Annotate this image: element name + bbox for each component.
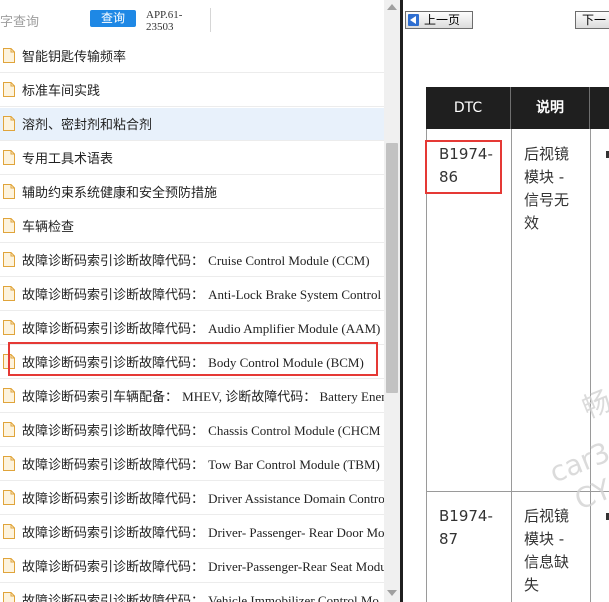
document-viewer: 上一页 下一 DTC 说明 B1974- 86 后视镜 模块 - 信号无 效 B… [403, 0, 609, 602]
nav-item[interactable]: 故障诊断码索引诊断故障代码： Vehicle Immobilizer Contr… [0, 584, 384, 602]
app-version-line1: APP.61- [146, 9, 183, 21]
nav-item-label: 故障诊断码索引诊断故障代码： Audio Amplifier Module (A… [22, 321, 381, 337]
description-line: 后视镜 [524, 507, 570, 525]
document-icon [3, 490, 15, 505]
nav-item-label: 智能钥匙传输频率 [22, 50, 127, 65]
prev-page-button[interactable]: 上一页 [405, 11, 473, 29]
nav-item-label: 故障诊断码索引诊断故障代码： Cruise Control Module (CC… [22, 253, 370, 269]
column-header-dtc: DTC [426, 87, 511, 129]
document-icon [3, 422, 15, 437]
nav-item[interactable]: 溶剂、密封剂和粘合剂 [0, 108, 384, 141]
nav-item-label: 故障诊断码索引诊断故障代码： Driver-Passenger-Rear Sea… [22, 559, 384, 575]
dtc-table: DTC 说明 B1974- 86 后视镜 模块 - 信号无 效 B1974- 8… [426, 87, 609, 602]
description-line: 失 [524, 576, 540, 594]
search-divider [210, 8, 211, 32]
document-icon [3, 48, 15, 63]
table-cell-dtc: B1974- 86 [439, 143, 509, 189]
document-icon [3, 82, 15, 97]
left-pane: 字查询 查询 APP.61- 23503 智能钥匙传输频率 标准车间实践 溶剂、… [0, 0, 400, 602]
nav-item-label: 故障诊断码索引诊断故障代码： Driver Assistance Domain … [22, 491, 384, 507]
document-icon [3, 286, 15, 301]
nav-item[interactable]: 故障诊断码索引诊断故障代码： Chassis Control Module (C… [0, 414, 384, 447]
nav-item-bcm[interactable]: 故障诊断码索引诊断故障代码： Body Control Module (BCM) [0, 346, 384, 379]
table-cell-description: 后视镜 模块 - 信号无 效 [524, 143, 584, 235]
viewer-toolbar: 上一页 下一 [403, 0, 609, 38]
nav-item[interactable]: 智能钥匙传输频率 [0, 40, 384, 73]
nav-item[interactable]: 故障诊断码索引诊断故障代码： Tow Bar Control Module (T… [0, 448, 384, 481]
nav-item[interactable]: 故障诊断码索引诊断故障代码： Driver Assistance Domain … [0, 482, 384, 515]
table-border [511, 129, 512, 602]
scroll-down-arrow-icon[interactable] [387, 590, 397, 596]
document-icon [3, 116, 15, 131]
nav-item-label: 车辆检查 [22, 220, 75, 235]
table-border [590, 129, 591, 602]
document-icon [3, 388, 15, 403]
left-arrow-icon [408, 14, 419, 26]
document-icon [3, 150, 15, 165]
nav-item[interactable]: 专用工具术语表 [0, 142, 384, 175]
nav-item-label: 故障诊断码索引车辆配备： MHEV, 诊断故障代码： Battery Energ [22, 389, 384, 405]
nav-item[interactable]: 故障诊断码索引诊断故障代码： Anti-Lock Brake System Co… [0, 278, 384, 311]
nav-item[interactable]: 故障诊断码索引诊断故障代码： Driver-Passenger-Rear Sea… [0, 550, 384, 583]
search-input[interactable]: 字查询 [0, 11, 39, 30]
nav-item[interactable]: 车辆检查 [0, 210, 384, 243]
description-line: 效 [524, 214, 540, 232]
document-icon [3, 592, 15, 602]
document-icon [3, 320, 15, 335]
document-icon [3, 252, 15, 267]
nav-item-label: 故障诊断码索引诊断故障代码： Anti-Lock Brake System Co… [22, 287, 382, 303]
document-icon [3, 524, 15, 539]
column-header-description: 说明 [511, 87, 590, 129]
next-page-button[interactable]: 下一 [575, 11, 609, 29]
document-icon [3, 558, 15, 573]
nav-item[interactable]: 故障诊断码索引车辆配备： MHEV, 诊断故障代码： Battery Energ [0, 380, 384, 413]
nav-item-label: 故障诊断码索引诊断故障代码： Vehicle Immobilizer Contr… [22, 593, 379, 602]
table-cell-description: 后视镜 模块 - 信息缺 失 [524, 505, 584, 597]
app-version: APP.61- 23503 [146, 9, 206, 33]
column-header-extra [590, 87, 609, 129]
nav-item[interactable]: 标准车间实践 [0, 74, 384, 107]
description-line: 信号无 [524, 191, 570, 209]
query-button[interactable]: 查询 [90, 10, 136, 27]
nav-item-label: 辅助约束系统健康和安全预防措施 [22, 186, 218, 201]
dtc-code-line: 86 [439, 168, 459, 186]
description-line: 信息缺 [524, 553, 570, 571]
dtc-code-line: B1974- [439, 507, 493, 525]
prev-page-label: 上一页 [424, 13, 461, 27]
nav-item[interactable]: 故障诊断码索引诊断故障代码： Audio Amplifier Module (A… [0, 312, 384, 345]
scroll-up-arrow-icon[interactable] [387, 4, 397, 10]
dtc-code-line: 87 [439, 530, 459, 548]
scroll-thumb[interactable] [386, 143, 398, 393]
nav-item-label: 故障诊断码索引诊断故障代码： Tow Bar Control Module (T… [22, 457, 380, 473]
table-border [426, 129, 427, 602]
nav-list: 智能钥匙传输频率 标准车间实践 溶剂、密封剂和粘合剂 专用工具术语表 辅助约束系… [0, 40, 384, 602]
document-content: DTC 说明 B1974- 86 后视镜 模块 - 信号无 效 B1974- 8… [403, 38, 609, 602]
nav-item[interactable]: 故障诊断码索引诊断故障代码： Driver- Passenger- Rear D… [0, 516, 384, 549]
nav-item-label: 故障诊断码索引诊断故障代码： Body Control Module (BCM) [22, 355, 364, 371]
nav-item[interactable]: 故障诊断码索引诊断故障代码： Cruise Control Module (CC… [0, 244, 384, 277]
next-page-label: 下一 [582, 13, 607, 27]
document-icon [3, 456, 15, 471]
document-icon [3, 218, 15, 233]
nav-item-label: 溶剂、密封剂和粘合剂 [22, 118, 153, 133]
document-icon [3, 354, 15, 369]
nav-item-label: 专用工具术语表 [22, 152, 114, 167]
nav-item-label: 故障诊断码索引诊断故障代码： Chassis Control Module (C… [22, 423, 381, 439]
search-bar: 字查询 查询 APP.61- 23503 [0, 0, 384, 40]
nav-item-label: 故障诊断码索引诊断故障代码： Driver- Passenger- Rear D… [22, 525, 384, 541]
dtc-code-line: B1974- [439, 145, 493, 163]
description-line: 模块 - [524, 168, 565, 186]
description-line: 后视镜 [524, 145, 570, 163]
document-icon [3, 184, 15, 199]
nav-item-label: 标准车间实践 [22, 84, 101, 99]
nav-item[interactable]: 辅助约束系统健康和安全预防措施 [0, 176, 384, 209]
left-scrollbar[interactable] [384, 0, 400, 602]
app-version-line2: 23503 [146, 21, 174, 33]
description-line: 模块 - [524, 530, 565, 548]
table-cell-dtc: B1974- 87 [439, 505, 509, 551]
